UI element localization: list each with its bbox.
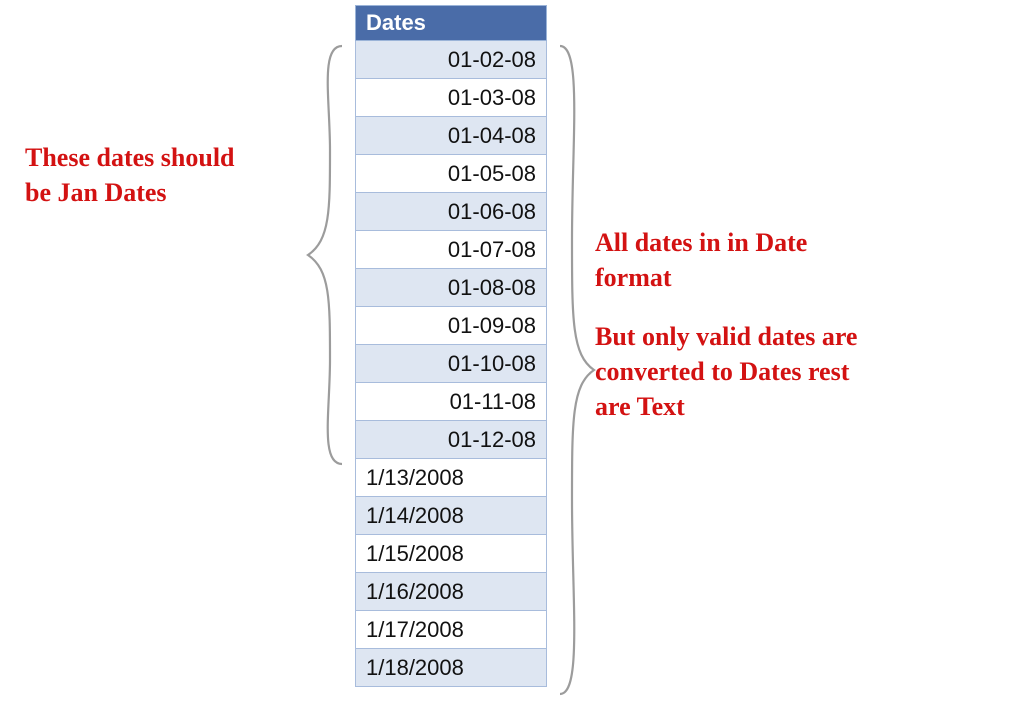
table-row: 01-08-08 xyxy=(356,269,547,307)
date-cell: 01-12-08 xyxy=(356,421,547,459)
table-row: 01-06-08 xyxy=(356,193,547,231)
annotation-right-line3: But only valid dates are xyxy=(595,319,995,354)
table-row: 1/15/2008 xyxy=(356,535,547,573)
date-cell: 1/17/2008 xyxy=(356,611,547,649)
annotation-left-line1: These dates should xyxy=(25,140,305,175)
date-cell: 1/13/2008 xyxy=(356,459,547,497)
annotation-right-line2: format xyxy=(595,260,995,295)
annotation-right-line4: converted to Dates rest xyxy=(595,354,995,389)
date-cell: 01-03-08 xyxy=(356,79,547,117)
table-row: 01-11-08 xyxy=(356,383,547,421)
brace-left-icon xyxy=(300,40,350,470)
date-cell: 01-05-08 xyxy=(356,155,547,193)
dates-table: Dates 01-02-0801-03-0801-04-0801-05-0801… xyxy=(355,5,547,687)
diagram-canvas: Dates 01-02-0801-03-0801-04-0801-05-0801… xyxy=(0,0,1024,707)
table-row: 01-04-08 xyxy=(356,117,547,155)
table-row: 01-09-08 xyxy=(356,307,547,345)
table-row: 01-05-08 xyxy=(356,155,547,193)
annotation-right-line5: are Text xyxy=(595,389,995,424)
date-cell: 01-04-08 xyxy=(356,117,547,155)
annotation-right: All dates in in Date format But only val… xyxy=(595,225,995,424)
date-cell: 01-09-08 xyxy=(356,307,547,345)
table-row: 01-07-08 xyxy=(356,231,547,269)
table-row: 1/18/2008 xyxy=(356,649,547,687)
table-row: 01-12-08 xyxy=(356,421,547,459)
date-cell: 01-06-08 xyxy=(356,193,547,231)
date-cell: 01-02-08 xyxy=(356,41,547,79)
date-cell: 1/18/2008 xyxy=(356,649,547,687)
date-cell: 01-10-08 xyxy=(356,345,547,383)
table-row: 1/13/2008 xyxy=(356,459,547,497)
table-row: 01-10-08 xyxy=(356,345,547,383)
date-cell: 01-08-08 xyxy=(356,269,547,307)
table-row: 1/14/2008 xyxy=(356,497,547,535)
date-cell: 01-07-08 xyxy=(356,231,547,269)
date-cell: 1/14/2008 xyxy=(356,497,547,535)
date-cell: 1/16/2008 xyxy=(356,573,547,611)
annotation-left-line2: be Jan Dates xyxy=(25,175,305,210)
dates-header: Dates xyxy=(356,6,547,41)
date-cell: 1/15/2008 xyxy=(356,535,547,573)
table-row: 01-02-08 xyxy=(356,41,547,79)
annotation-right-line1: All dates in in Date xyxy=(595,225,995,260)
table-row: 01-03-08 xyxy=(356,79,547,117)
dates-body: 01-02-0801-03-0801-04-0801-05-0801-06-08… xyxy=(356,41,547,687)
table-row: 1/16/2008 xyxy=(356,573,547,611)
table-row: 1/17/2008 xyxy=(356,611,547,649)
date-cell: 01-11-08 xyxy=(356,383,547,421)
annotation-left: These dates should be Jan Dates xyxy=(25,140,305,210)
